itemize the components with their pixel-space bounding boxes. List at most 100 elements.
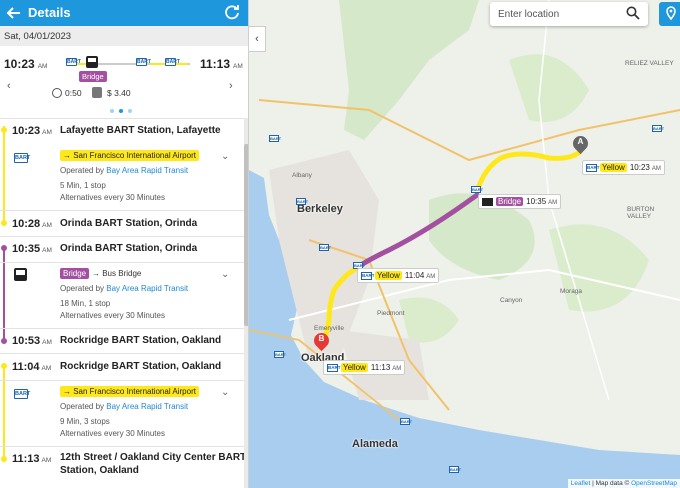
divider [0, 236, 245, 237]
stop-time: 10:53 AM [12, 335, 52, 347]
trip-fare: $ 3.40 [107, 88, 131, 98]
stop-name[interactable]: 12th Street / Oakland City Center BART [60, 452, 246, 463]
bridge-badge: Bridge [79, 71, 107, 82]
stop-name[interactable]: Rockridge BART Station, Oakland [60, 335, 221, 346]
map-canvas [249, 0, 680, 488]
page-title: Details [28, 5, 71, 20]
leg-info: 9 Min, 3 stops [60, 417, 110, 426]
clock-icon [52, 88, 62, 98]
map-route-label[interactable]: BART Yellow 11:13 AM [323, 360, 406, 375]
stop-time: 11:04 AM [12, 361, 52, 373]
location-search[interactable] [490, 2, 648, 26]
search-icon[interactable] [626, 6, 640, 20]
chevron-down-icon[interactable]: ⌄ [221, 151, 229, 162]
stop-time: 10:28 AM [12, 218, 52, 230]
divider [0, 210, 245, 211]
operator-link[interactable]: Bay Area Rapid Transit [106, 402, 188, 411]
bart-station-icon[interactable]: BART [319, 244, 331, 251]
map-town: Moraga [560, 288, 583, 295]
route-destination: → Bus Bridge [92, 269, 142, 278]
bart-icon: BART [14, 153, 31, 163]
bart-station-icon[interactable]: BART [652, 125, 664, 132]
ticket-icon [92, 87, 102, 98]
end-marker-label: B [318, 334, 325, 343]
stop-dot [1, 245, 7, 251]
bart-station-icon[interactable]: BART [400, 418, 412, 425]
route-badge: → San Francisco International Airport [60, 386, 199, 397]
divider [0, 118, 245, 119]
page-dot[interactable] [110, 109, 114, 113]
date-bar: Sat, 04/01/2023 [0, 26, 248, 46]
map-route-label[interactable]: BART Yellow 10:23 AM [582, 160, 665, 175]
bart-station-icon[interactable]: BART [471, 186, 483, 193]
location-search-input[interactable] [498, 6, 618, 22]
stop-name[interactable]: Orinda BART Station, Orinda [60, 243, 197, 254]
divider [0, 380, 245, 381]
chevron-left-icon[interactable]: ‹ [7, 80, 11, 92]
start-marker-label: A [577, 137, 584, 146]
summary-start-time: 10:23 AM [4, 57, 48, 71]
divider [0, 328, 245, 329]
bart-station-icon[interactable]: BART [269, 135, 281, 142]
divider [0, 353, 245, 354]
location-pin-icon [666, 6, 676, 21]
map-view[interactable]: Berkeley Oakland Alameda Albany Emeryvil… [249, 0, 680, 488]
stop-dot [1, 127, 7, 133]
stop-time: 10:23 AM [12, 125, 52, 137]
map-city-alameda: Alameda [352, 438, 398, 450]
stop-time: 10:35 AM [12, 243, 52, 255]
divider [0, 262, 245, 263]
route-badge: Bridge [60, 268, 90, 279]
stop-name[interactable]: Orinda BART Station, Orinda [60, 218, 197, 229]
map-town: BURTON VALLEY [627, 206, 655, 220]
leaflet-link[interactable]: Leaflet [571, 480, 591, 487]
leg-alternatives: Alternatives every 30 Minutes [60, 429, 165, 438]
operator-link[interactable]: Bay Area Rapid Transit [106, 166, 188, 175]
trip-duration: 0:50 [65, 88, 82, 98]
my-location-button[interactable] [659, 2, 680, 26]
map-town: Emeryville [314, 325, 344, 332]
operator-link[interactable]: Bay Area Rapid Transit [106, 284, 188, 293]
chevron-down-icon[interactable]: ⌄ [221, 387, 229, 398]
bart-icon: BART [136, 58, 151, 66]
stop-name-line2[interactable]: Station, Oakland [60, 465, 139, 476]
map-town: Piedmont [377, 310, 405, 317]
page-dot[interactable] [128, 109, 132, 113]
trip-summary: 10:23 AM BART BART BART 11:13 AM Bridge ‹ … [0, 46, 248, 118]
map-route-label[interactable]: BART Yellow 11:04 AM [357, 268, 440, 283]
stop-dot [1, 456, 7, 462]
leg-info: 18 Min, 1 stop [60, 299, 111, 308]
operator-text: Operated by Bay Area Rapid Transit [60, 402, 189, 411]
stop-dot [1, 363, 7, 369]
leg-line-yellow [3, 364, 5, 462]
route-badge: → San Francisco International Airport [60, 150, 199, 161]
collapse-panel-button[interactable]: ‹ [249, 26, 266, 52]
itinerary-panel: Details Sat, 04/01/2023 10:23 AM BART BAR… [0, 0, 249, 488]
summary-end-time: 11:13 AM [200, 57, 243, 71]
itinerary-list: 10:23 AM Lafayette BART Station, Lafayett… [0, 118, 248, 488]
bart-icon: BART [165, 58, 180, 66]
bus-icon [86, 56, 98, 68]
bart-station-icon[interactable]: BART [449, 466, 461, 473]
back-arrow-icon[interactable] [4, 3, 24, 23]
refresh-icon[interactable] [223, 3, 241, 21]
osm-link[interactable]: OpenStreetMap [631, 480, 677, 487]
stop-dot [1, 338, 7, 344]
leg-info: 5 Min, 1 stop [60, 181, 106, 190]
page-dot-active[interactable] [119, 109, 123, 113]
bart-icon: BART [66, 58, 81, 66]
operator-text: Operated by Bay Area Rapid Transit [60, 166, 189, 175]
map-attribution: Leaflet | Map data © OpenStreetMap [567, 479, 680, 488]
stop-name[interactable]: Lafayette BART Station, Lafayette [60, 125, 221, 136]
map-route-label[interactable]: Bridge 10:35 AM [478, 194, 562, 209]
bart-station-icon[interactable]: BART [296, 198, 308, 205]
bus-icon [14, 268, 27, 281]
stop-name[interactable]: Rockridge BART Station, Oakland [60, 361, 221, 372]
bart-station-icon[interactable]: BART [274, 351, 286, 358]
map-town: Albany [292, 172, 312, 179]
leg-alternatives: Alternatives every 30 Minutes [60, 193, 165, 202]
chevron-down-icon[interactable]: ⌄ [221, 269, 229, 280]
chevron-right-icon[interactable]: › [229, 80, 233, 92]
map-town: Canyon [500, 297, 523, 304]
bart-icon: BART [14, 389, 31, 399]
